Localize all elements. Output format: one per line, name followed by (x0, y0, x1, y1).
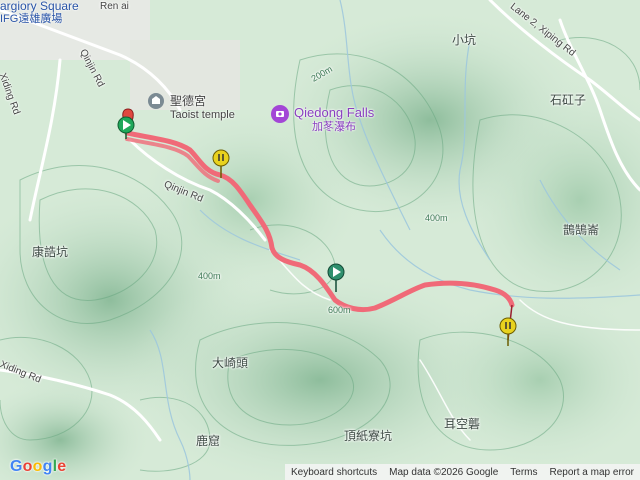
place-label-kangjie-keng: 康誥坑 (32, 245, 69, 259)
waterfall-label[interactable]: Qiedong Falls 加苳瀑布 (294, 105, 374, 134)
temple-icon[interactable] (148, 93, 164, 109)
temple-label[interactable]: 聖德宮 Taoist temple (170, 94, 235, 121)
map-data-attribution: Map data ©2026 Google (389, 466, 499, 478)
keyboard-shortcuts-link[interactable]: Keyboard shortcuts (285, 467, 383, 478)
report-error-link[interactable]: Report a map error (544, 467, 640, 478)
terms-link[interactable]: Terms (504, 467, 543, 478)
place-label-xiao-keng: 小坑 (452, 33, 477, 47)
contour-label-400-left: 400m (198, 271, 221, 281)
road-label-ren-ai: Ren ai (100, 1, 129, 12)
place-label-shi-kong-zi: 石矼子 (550, 93, 587, 107)
contour-label-400-mid: 400m (425, 213, 448, 223)
contour-label-600: 600m (328, 305, 351, 315)
map-footer: Keyboard shortcuts Map data ©2026 Google… (284, 464, 640, 480)
place-label-gu-gu-lun: 鵲鵠崙 (563, 223, 600, 237)
mall-label: argiory Square IFG遠雄廣場 (0, 0, 79, 26)
google-logo: Google (10, 458, 67, 475)
place-label-daqi-tou: 大崎頭 (212, 356, 249, 370)
place-label-er-kong-long: 耳空礱 (444, 417, 481, 431)
waterfall-icon[interactable] (271, 105, 289, 123)
place-label-lu-ku: 鹿窟 (196, 434, 221, 448)
place-label-dingzhi-liao-keng: 頂紙寮坑 (344, 429, 393, 443)
